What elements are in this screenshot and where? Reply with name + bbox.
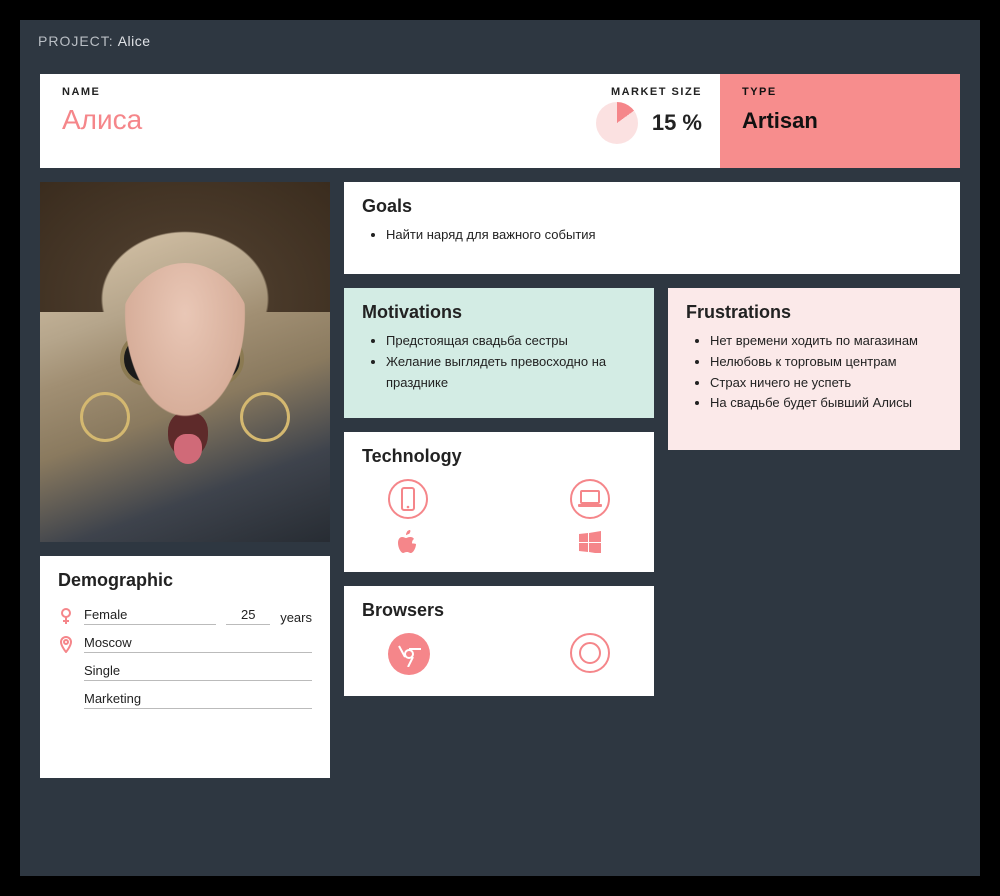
age-unit: years: [280, 610, 312, 625]
type-block: TYPE Artisan: [720, 74, 960, 168]
browsers-card: Browsers: [344, 586, 654, 696]
phone-icon: [388, 479, 428, 519]
motivations-card: Motivations Предстоящая свадьба сестры Ж…: [344, 288, 654, 418]
market-size-label: MARKET SIZE: [611, 86, 702, 98]
list-item: Нелюбовь к торговым центрам: [710, 352, 942, 373]
location-icon: [58, 635, 74, 653]
gender-value: Female: [84, 605, 216, 625]
frustrations-title: Frustrations: [686, 302, 942, 323]
demographic-title: Demographic: [58, 570, 312, 591]
project-value: Alice: [118, 33, 151, 49]
list-item: На свадьбе будет бывший Алисы: [710, 393, 942, 414]
location-value: Moscow: [84, 633, 312, 653]
header-row: NAME Алиса MARKET SIZE 15 % TYPE Artisan: [40, 74, 960, 168]
name-block: NAME Алиса: [40, 74, 470, 168]
market-size-block: MARKET SIZE 15 %: [470, 74, 720, 168]
demographic-card: Demographic Female 25 years Moscow Singl…: [40, 556, 330, 778]
occupation-value: Marketing: [84, 689, 312, 709]
windows-icon: [577, 529, 603, 555]
goals-title: Goals: [362, 196, 942, 217]
list-item: Найти наряд для важного события: [386, 225, 942, 246]
name-value: Алиса: [62, 104, 448, 136]
motivations-title: Motivations: [362, 302, 636, 323]
goals-list: Найти наряд для важного события: [362, 225, 942, 246]
project-bar: PROJECT: Alice: [20, 20, 980, 62]
list-item: Нет времени ходить по магазинам: [710, 331, 942, 352]
laptop-icon: [570, 479, 610, 519]
frustrations-card: Frustrations Нет времени ходить по магаз…: [668, 288, 960, 450]
frustrations-list: Нет времени ходить по магазинам Нелюбовь…: [686, 331, 942, 414]
list-item: Предстоящая свадьба сестры: [386, 331, 636, 352]
list-item: Желание выглядеть превосходно на праздни…: [386, 352, 636, 394]
apple-icon: [395, 529, 421, 555]
gender-icon: [58, 607, 74, 625]
goals-card: Goals Найти наряд для важного события: [344, 182, 960, 274]
technology-title: Technology: [362, 446, 636, 467]
type-value: Artisan: [742, 108, 938, 134]
persona-photo: [40, 182, 330, 542]
motivations-list: Предстоящая свадьба сестры Желание выгля…: [362, 331, 636, 393]
type-label: TYPE: [742, 86, 938, 98]
market-size-value: 15 %: [652, 110, 702, 136]
age-value: 25: [226, 605, 270, 625]
project-label: PROJECT:: [38, 33, 114, 49]
technology-card: Technology: [344, 432, 654, 572]
browsers-title: Browsers: [362, 600, 636, 621]
safari-icon: [570, 633, 610, 673]
name-label: NAME: [62, 86, 448, 98]
market-size-pie-icon: [596, 102, 638, 144]
status-value: Single: [84, 661, 312, 681]
list-item: Страх ничего не успеть: [710, 373, 942, 394]
persona-canvas: PROJECT: Alice NAME Алиса MARKET SIZE 15…: [20, 20, 980, 876]
chrome-icon: [388, 633, 430, 675]
